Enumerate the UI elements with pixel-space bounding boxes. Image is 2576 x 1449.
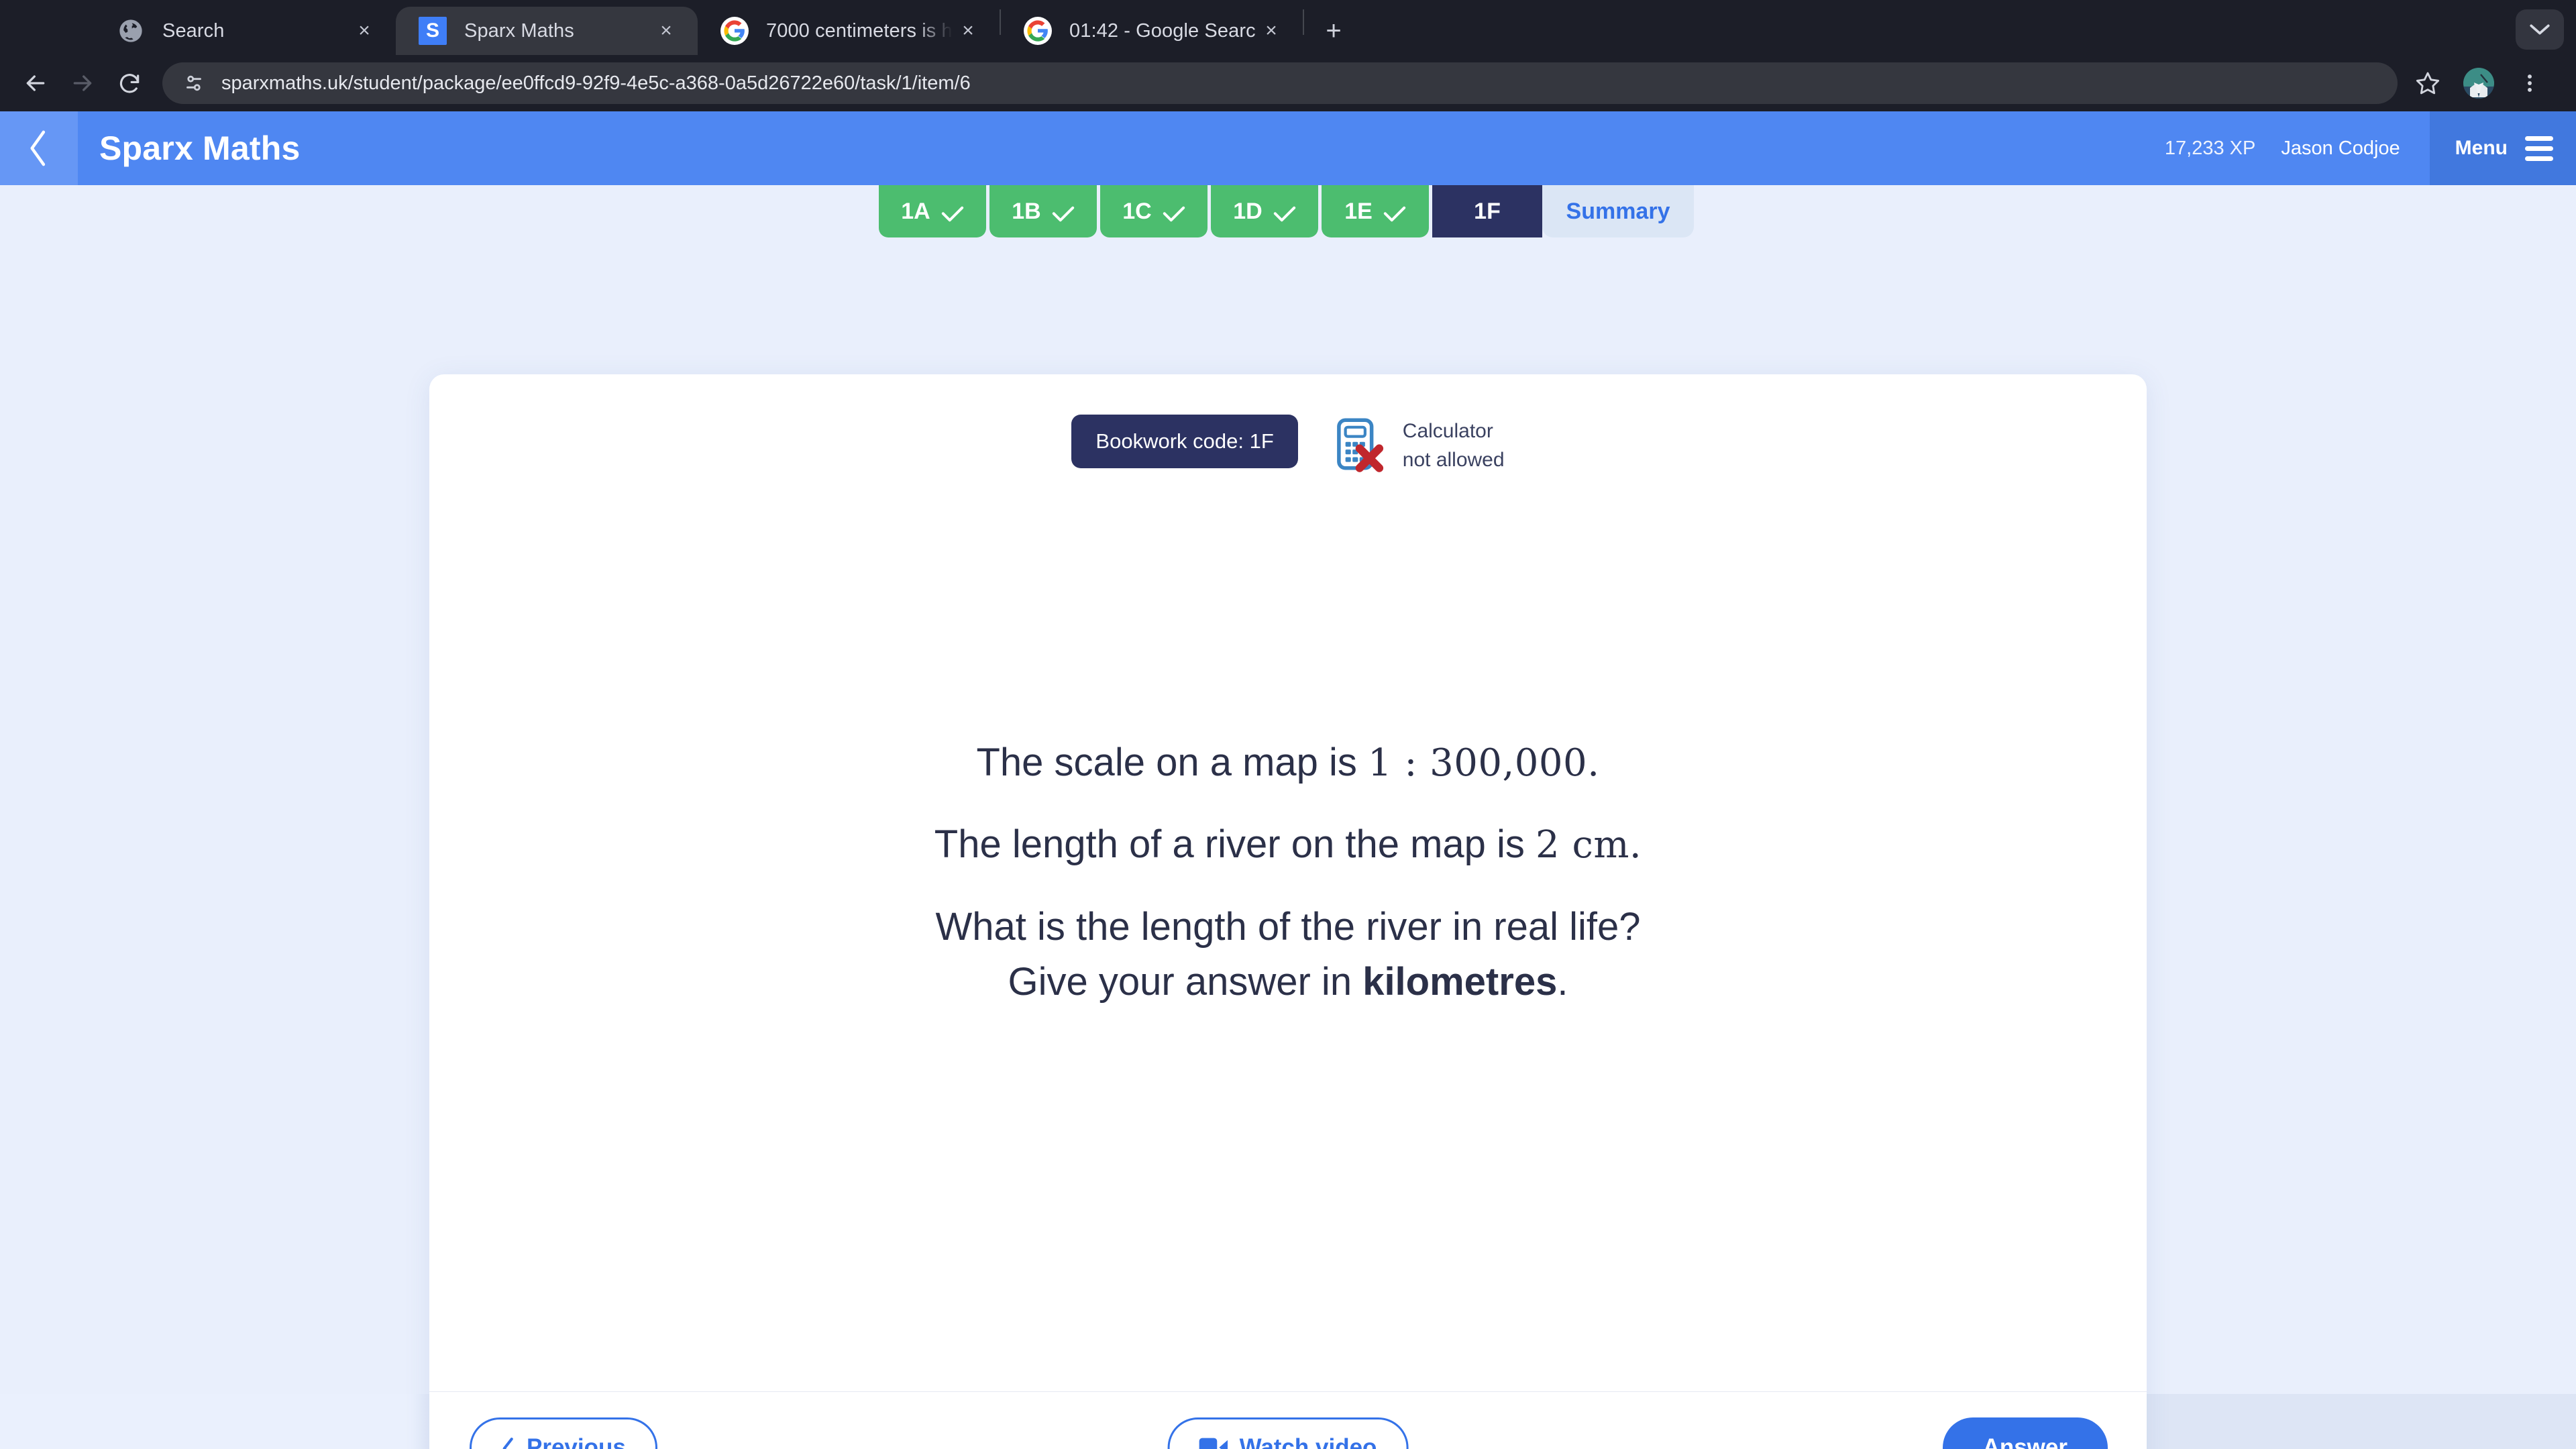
- avatar: [2463, 68, 2494, 99]
- task-tab-1a[interactable]: 1A: [879, 185, 986, 237]
- google-icon: [720, 17, 749, 45]
- task-tab-1c[interactable]: 1C: [1100, 185, 1208, 237]
- xp-counter: 17,233 XP: [2164, 137, 2256, 159]
- question-line-1-math: 1 : 300,000.: [1368, 741, 1600, 786]
- check-icon: [1273, 203, 1296, 221]
- reload-icon[interactable]: [106, 60, 153, 107]
- sparx-icon: S: [419, 17, 447, 45]
- previous-label: Previous: [527, 1434, 626, 1449]
- question-line-1: The scale on a map is 1 : 300,000.: [977, 738, 1600, 788]
- answer-label: Answer: [1982, 1434, 2068, 1449]
- profile-avatar[interactable]: [2455, 60, 2502, 107]
- browser-tab-search[interactable]: Search ×: [94, 7, 396, 55]
- watch-video-label: Watch video: [1239, 1434, 1377, 1449]
- answer-button[interactable]: Answer: [1942, 1417, 2108, 1449]
- hamburger-icon: [2525, 136, 2553, 161]
- browser-chrome: Search × S Sparx Maths × 7000 centimeter…: [0, 0, 2576, 111]
- new-tab-button[interactable]: +: [1313, 11, 1354, 51]
- task-tab-1f[interactable]: 1F: [1432, 185, 1542, 237]
- check-icon: [1383, 203, 1406, 221]
- question-line-1-text: The scale on a map is: [976, 741, 1368, 785]
- calculator-line-1: Calculator: [1402, 420, 1493, 442]
- question-line-4-unit: kilometres: [1362, 959, 1558, 1004]
- question-line-4-text: Give your answer in: [1008, 959, 1363, 1004]
- app-header: Sparx Maths 17,233 XP Jason Codjoe Menu: [0, 111, 2576, 185]
- address-bar[interactable]: sparxmaths.uk/student/package/ee0ffcd9-9…: [162, 62, 2398, 104]
- site-settings-icon[interactable]: [181, 70, 207, 96]
- task-tab-label: 1F: [1474, 198, 1501, 224]
- globe-icon: [117, 17, 145, 45]
- toolbar-actions: [2404, 60, 2553, 107]
- question-line-4-suffix: .: [1557, 959, 1568, 1004]
- calculator-notice: Calculator not allowed: [1336, 415, 1505, 474]
- close-icon[interactable]: ×: [953, 15, 983, 46]
- bookwork-code-badge: Bookwork code: 1F: [1071, 415, 1298, 468]
- chrome-menu-icon[interactable]: [2506, 60, 2553, 107]
- tab-divider: [1303, 9, 1304, 35]
- menu-label: Menu: [2455, 137, 2508, 159]
- chevron-left-icon: [501, 1437, 516, 1449]
- task-tab-bar: 1A 1B 1C 1D 1E 1F Summary: [0, 185, 2576, 237]
- question-card: Bookwork code: 1F Calculator not allowed…: [429, 374, 2147, 1449]
- page-title: Sparx Maths: [99, 129, 301, 167]
- task-tab-label: 1A: [901, 198, 930, 224]
- browser-tab-title: 7000 centimeters is how man: [766, 19, 953, 42]
- browser-tab-title: 01:42 - Google Search: [1069, 19, 1256, 42]
- task-tab-label: 1D: [1233, 198, 1263, 224]
- chevron-down-icon[interactable]: [2516, 9, 2564, 50]
- sparx-app: Sparx Maths 17,233 XP Jason Codjoe Menu …: [0, 111, 2576, 1449]
- browser-tab-google-search[interactable]: 01:42 - Google Search ×: [1001, 7, 1303, 55]
- close-icon[interactable]: ×: [651, 15, 682, 46]
- question-line-3: What is the length of the river in real …: [935, 904, 1641, 949]
- video-camera-icon: [1199, 1437, 1229, 1449]
- bookmark-star-icon[interactable]: [2404, 60, 2451, 107]
- calculator-not-allowed-icon: [1336, 418, 1388, 474]
- task-tab-1d[interactable]: 1D: [1211, 185, 1318, 237]
- check-icon: [941, 203, 964, 221]
- close-icon[interactable]: ×: [349, 15, 380, 46]
- browser-tab-title: Sparx Maths: [464, 19, 574, 42]
- task-tab-summary[interactable]: Summary: [1542, 185, 1694, 237]
- user-name: Jason Codjoe: [2281, 137, 2400, 159]
- task-tab-label: 1C: [1122, 198, 1152, 224]
- close-icon[interactable]: ×: [1256, 15, 1287, 46]
- question-line-2-math: 2 cm.: [1536, 823, 1642, 867]
- google-icon: [1024, 17, 1052, 45]
- question-line-2-text: The length of a river on the map is: [934, 822, 1536, 867]
- question-line-2: The length of a river on the map is 2 cm…: [934, 820, 1642, 869]
- check-icon: [1163, 203, 1185, 221]
- task-tab-1e[interactable]: 1E: [1322, 185, 1429, 237]
- task-tab-label: 1B: [1012, 198, 1041, 224]
- back-icon[interactable]: [12, 60, 59, 107]
- browser-tab-7000-centimeters[interactable]: 7000 centimeters is how man ×: [698, 7, 1000, 55]
- calculator-notice-text: Calculator not allowed: [1403, 417, 1505, 474]
- browser-toolbar: sparxmaths.uk/student/package/ee0ffcd9-9…: [0, 55, 2576, 111]
- url-text: sparxmaths.uk/student/package/ee0ffcd9-9…: [221, 72, 971, 94]
- calculator-line-2: not allowed: [1402, 448, 1505, 471]
- task-tab-label: Summary: [1566, 198, 1670, 224]
- browser-tab-sparx-maths[interactable]: S Sparx Maths ×: [396, 7, 698, 55]
- browser-tab-strip: Search × S Sparx Maths × 7000 centimeter…: [0, 0, 2576, 55]
- question-line-4: Give your answer in kilometres.: [1008, 957, 1568, 1007]
- browser-tab-title: Search: [162, 19, 225, 42]
- task-tab-1b[interactable]: 1B: [989, 185, 1097, 237]
- watch-video-button[interactable]: Watch video: [1167, 1417, 1409, 1449]
- task-tab-label: 1E: [1344, 198, 1373, 224]
- card-footer: Previous Watch video Answer: [429, 1391, 2147, 1449]
- card-header: Bookwork code: 1F Calculator not allowed: [429, 374, 2147, 474]
- forward-icon[interactable]: [59, 60, 106, 107]
- previous-button[interactable]: Previous: [470, 1417, 657, 1449]
- app-back-button[interactable]: [0, 111, 78, 185]
- question-body: The scale on a map is 1 : 300,000. The l…: [429, 474, 2147, 1391]
- menu-button[interactable]: Menu: [2429, 111, 2576, 185]
- check-icon: [1052, 203, 1075, 221]
